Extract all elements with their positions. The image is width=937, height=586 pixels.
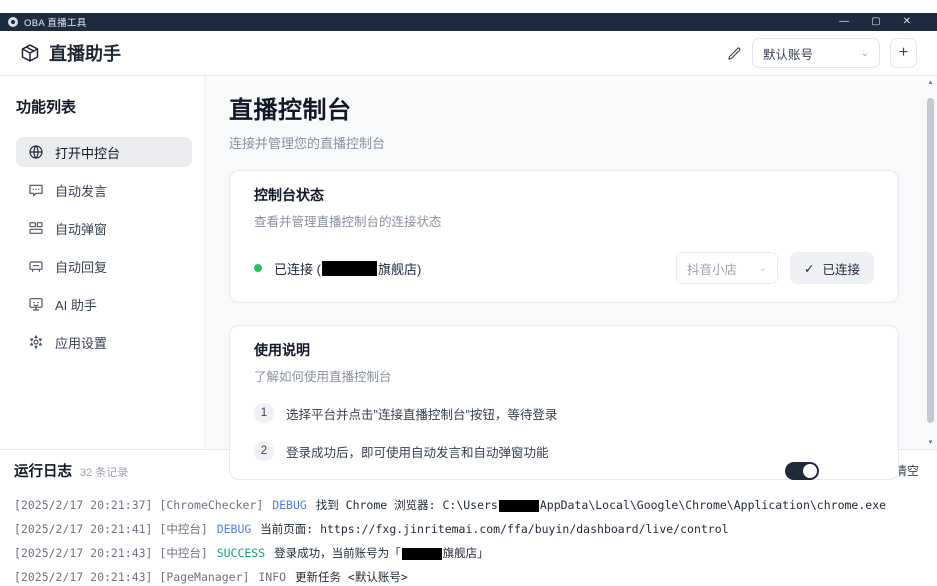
log-module: [ChromeChecker]	[159, 498, 270, 512]
log-timestamp: [2025/2/17 20:21:43]	[14, 546, 159, 560]
log-level-badge: DEBUG	[272, 498, 314, 512]
redacted-text	[499, 500, 539, 512]
log-message: 当前页面: https://fxg.jinritemai.com/ffa/buy…	[260, 522, 728, 536]
titlebar: OBA 直播工具 — ▢ ✕	[0, 13, 937, 31]
scroll-up-arrow-icon[interactable]: ▴	[926, 78, 935, 87]
ai-monitor-icon	[28, 296, 44, 312]
chevron-down-icon: ⌄	[759, 263, 767, 274]
app-cube-icon	[20, 43, 40, 63]
connected-status-dot	[254, 264, 262, 272]
console-status-card: 控制台状态 查看并管理直播控制台的连接状态 已连接 ( 旗舰店) 抖音小店 ⌄ …	[229, 170, 899, 303]
log-entry: [2025/2/17 20:21:43] [PageManager] INFO …	[14, 565, 923, 586]
window-top-margin	[0, 0, 937, 13]
minimize-button[interactable]: —	[839, 17, 849, 27]
redacted-text	[402, 548, 442, 560]
usage-help-card: 使用说明 了解如何使用直播控制台 1 选择平台并点击"连接直播控制台"按钮，等待…	[229, 325, 899, 480]
add-account-button[interactable]: +	[890, 38, 917, 68]
sidebar-item-open-console[interactable]: 打开中控台	[16, 137, 192, 167]
status-text-prefix: 已连接 (	[274, 259, 321, 278]
scrollbar-thumb[interactable]	[927, 98, 934, 423]
popup-windows-icon	[28, 220, 44, 236]
log-entry: [2025/2/17 20:21:37] [ChromeChecker] DEB…	[14, 493, 923, 517]
sidebar-item-label: 自动回复	[55, 257, 107, 276]
sidebar-item-label: 自动弹窗	[55, 219, 107, 238]
main-content: 直播控制台 连接并管理您的直播控制台 控制台状态 查看并管理直播控制台的连接状态…	[205, 76, 937, 449]
check-icon: ✓	[804, 261, 814, 276]
status-text-suffix: 旗舰店)	[378, 259, 421, 278]
scroll-down-arrow-icon[interactable]: ▾	[926, 438, 935, 447]
globe-icon	[28, 144, 44, 160]
sidebar-item-app-settings[interactable]: 应用设置	[16, 327, 192, 357]
sidebar: 功能列表 打开中控台 自动发言 自动弹窗 自动回复	[0, 76, 205, 449]
redacted-shop-name	[322, 261, 377, 276]
log-level-badge: DEBUG	[217, 522, 259, 536]
step-text: 登录成功后，即可使用自动发言和自动弹窗功能	[286, 442, 549, 461]
log-level-badge: INFO	[258, 570, 293, 584]
sidebar-item-label: 自动发言	[55, 181, 107, 200]
log-timestamp: [2025/2/17 20:21:43]	[14, 570, 159, 584]
app-logo-icon	[8, 17, 18, 27]
sidebar-title: 功能列表	[16, 96, 192, 117]
log-message: 旗舰店」	[443, 546, 489, 560]
sidebar-item-label: AI 助手	[55, 295, 97, 314]
autoscroll-toggle[interactable]	[785, 462, 819, 480]
log-entry: [2025/2/17 20:21:43] [中控台] SUCCESS 登录成功，…	[14, 541, 923, 565]
maximize-button[interactable]: ▢	[871, 17, 880, 27]
sidebar-item-label: 应用设置	[55, 333, 107, 352]
status-card-subtitle: 查看并管理直播控制台的连接状态	[254, 211, 874, 230]
log-module: [中控台]	[159, 522, 214, 536]
sidebar-item-label: 打开中控台	[55, 143, 120, 162]
log-panel-title: 运行日志	[14, 460, 72, 481]
platform-select[interactable]: 抖音小店 ⌄	[676, 252, 778, 284]
log-entries-list: [2025/2/17 20:21:37] [ChromeChecker] DEB…	[0, 489, 937, 586]
connected-button[interactable]: ✓ 已连接	[790, 252, 874, 284]
log-level-badge: SUCCESS	[217, 546, 272, 560]
step-text: 选择平台并点击"连接直播控制台"按钮，等待登录	[286, 404, 557, 423]
log-message: 更新任务 <默认账号>	[295, 570, 408, 584]
platform-select-value: 抖音小店	[687, 259, 737, 278]
reply-message-icon	[28, 258, 44, 274]
help-step: 1 选择平台并点击"连接直播控制台"按钮，等待登录	[254, 403, 874, 423]
gear-icon	[28, 334, 44, 350]
help-card-title: 使用说明	[254, 340, 874, 360]
chevron-down-icon: ⌄	[861, 48, 869, 59]
step-number-badge: 1	[254, 403, 274, 423]
connected-status-text: 已连接 ( 旗舰店)	[274, 259, 421, 278]
log-module: [PageManager]	[159, 570, 256, 584]
sidebar-item-ai-assistant[interactable]: AI 助手	[16, 289, 192, 319]
main-scrollbar[interactable]: ▴ ▾	[926, 76, 935, 449]
account-select[interactable]: 默认账号 ⌄	[752, 38, 880, 68]
sidebar-item-auto-popup[interactable]: 自动弹窗	[16, 213, 192, 243]
connected-button-label: 已连接	[822, 259, 860, 278]
log-message: AppData\Local\Google\Chrome\Application\…	[540, 498, 886, 512]
page-subtitle: 连接并管理您的直播控制台	[229, 133, 899, 152]
log-message: 找到 Chrome 浏览器: C:\Users	[316, 498, 498, 512]
page-title: 直播控制台	[229, 90, 899, 125]
step-number-badge: 2	[254, 441, 274, 461]
app-header: 直播助手 默认账号 ⌄ +	[0, 31, 937, 76]
close-button[interactable]: ✕	[903, 17, 911, 27]
sidebar-item-auto-speak[interactable]: 自动发言	[16, 175, 192, 205]
log-message: 登录成功，当前账号为「	[274, 546, 401, 560]
help-card-subtitle: 了解如何使用直播控制台	[254, 366, 874, 385]
log-entry: [2025/2/17 20:21:41] [中控台] DEBUG 当前页面: h…	[14, 517, 923, 541]
log-record-count: 32 条记录	[80, 464, 128, 480]
page-app-title: 直播助手	[49, 40, 121, 66]
account-select-value: 默认账号	[763, 44, 813, 63]
edit-account-icon[interactable]	[727, 46, 742, 61]
chat-bubble-icon	[28, 182, 44, 198]
log-timestamp: [2025/2/17 20:21:41]	[14, 522, 159, 536]
window-title: OBA 直播工具	[24, 15, 87, 29]
log-module: [中控台]	[159, 546, 214, 560]
status-card-title: 控制台状态	[254, 185, 874, 205]
toggle-knob	[803, 464, 817, 478]
sidebar-item-auto-reply[interactable]: 自动回复	[16, 251, 192, 281]
log-timestamp: [2025/2/17 20:21:37]	[14, 498, 159, 512]
help-step: 2 登录成功后，即可使用自动发言和自动弹窗功能	[254, 441, 874, 461]
